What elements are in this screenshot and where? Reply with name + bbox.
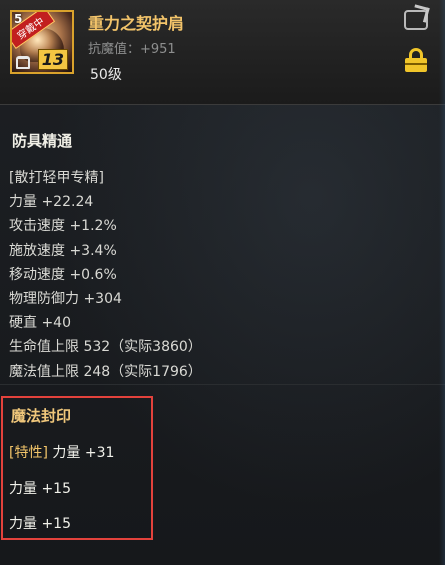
share-icon[interactable]: [404, 10, 428, 30]
small-lock-icon: [16, 56, 30, 69]
item-level: 50级: [90, 67, 122, 83]
stat-line: 攻击速度 +1.2%: [9, 218, 117, 235]
item-name: 重力之契护肩: [88, 16, 185, 33]
tooltip-header: 5 穿戴中 13 重力之契护肩 抗魔值：+951 50级: [0, 0, 445, 105]
magic-resist-value: 抗魔值：+951: [88, 42, 176, 57]
stat-line: 物理防御力 +304: [9, 290, 122, 307]
seal-stat-text: 力量 +31: [47, 445, 115, 461]
magic-seal-line: 力量 +15: [9, 478, 71, 498]
stat-line: 生命值上限 532（实际3860）: [9, 339, 202, 356]
seal-stat-text: 力量 +15: [9, 516, 71, 532]
seal-stat-text: 力量 +15: [9, 481, 71, 497]
stat-line: 移动速度 +0.6%: [9, 266, 117, 283]
stat-line: [散打轻甲专精]: [9, 170, 104, 186]
magic-seal-line: [特性] 力量 +31: [9, 442, 114, 462]
stat-line: 硬直 +40: [9, 315, 71, 332]
item-icon[interactable]: 5 穿戴中 13: [10, 10, 74, 74]
armor-mastery-title: 防具精通: [12, 132, 73, 150]
stat-line: 力量 +22.24: [9, 194, 94, 211]
item-tooltip: 5 穿戴中 13 重力之契护肩 抗魔值：+951 50级 防具精通 [散打轻甲专…: [0, 0, 445, 565]
stat-line: 魔法值上限 248（实际1796）: [9, 363, 202, 380]
trait-tag: [特性]: [9, 445, 48, 461]
stat-line: 施放速度 +3.4%: [9, 242, 117, 259]
section-divider: [0, 384, 445, 385]
magic-seal-line: 力量 +15: [9, 513, 71, 533]
reinforce-level-badge: 13: [37, 49, 68, 70]
magic-seal-title: 魔法封印: [11, 407, 72, 425]
lock-icon[interactable]: [405, 48, 427, 72]
armor-mastery-stats: [散打轻甲专精] 力量 +22.24 攻击速度 +1.2% 施放速度 +3.4%…: [9, 166, 429, 384]
window-edge: [439, 0, 445, 565]
